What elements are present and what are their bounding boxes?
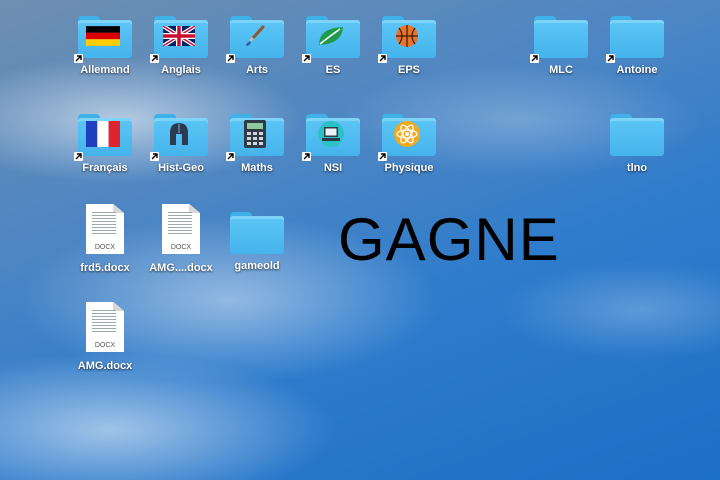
folder-physique[interactable]: Physique [371, 108, 447, 174]
calculator-icon [238, 120, 272, 148]
paintbrush-icon [238, 24, 272, 48]
document-icon: DOCX [86, 302, 124, 352]
alias-arrow-icon [150, 54, 159, 63]
alias-arrow-icon [226, 54, 235, 63]
atom-icon [390, 121, 424, 147]
folder-francais[interactable]: Français [67, 108, 143, 174]
file-label: AMG.docx [77, 360, 133, 372]
file-amg-docx[interactable]: DOCX AMG.docx [67, 300, 143, 372]
folder-label: Arts [245, 64, 268, 76]
folder-label: NSI [323, 162, 343, 174]
folder-label: EPS [397, 64, 420, 76]
alias-arrow-icon [606, 54, 615, 63]
france-flag-icon [86, 121, 120, 147]
folder-gameold[interactable]: gameold [219, 206, 295, 272]
folder-es[interactable]: ES [295, 10, 371, 76]
folder-label: ES [325, 64, 341, 76]
alias-arrow-icon [378, 152, 387, 161]
alias-arrow-icon [302, 152, 311, 161]
file-frd5-docx[interactable]: DOCX frd5.docx [67, 202, 143, 274]
folder-label: Physique [384, 162, 434, 174]
folder-arts[interactable]: Arts [219, 10, 295, 76]
alias-arrow-icon [74, 152, 83, 161]
folder-tlno[interactable]: tlno [599, 108, 675, 174]
alias-arrow-icon [378, 54, 387, 63]
alias-arrow-icon [302, 54, 311, 63]
folder-label: Antoine [616, 64, 658, 76]
folder-antoine[interactable]: Antoine [599, 10, 675, 76]
folder-label: Allemand [80, 64, 130, 76]
computer-icon [314, 121, 348, 147]
gagne-text: GAGNE [338, 206, 560, 273]
desktop: { "desktop": { "folders": { "allemand": … [0, 0, 720, 480]
file-amg-short-docx[interactable]: DOCX AMG....docx [143, 202, 219, 274]
folder-label: Hist-Geo [158, 162, 204, 174]
alias-arrow-icon [530, 54, 539, 63]
germany-flag-icon [86, 24, 120, 48]
folder-label: MLC [549, 64, 573, 76]
document-icon: DOCX [162, 204, 200, 254]
document-icon: DOCX [86, 204, 124, 254]
helmet-icon [162, 122, 196, 146]
folder-label: Anglais [161, 64, 201, 76]
folder-histgeo[interactable]: Hist-Geo [143, 108, 219, 174]
file-label: frd5.docx [80, 262, 130, 274]
file-label: AMG....docx [149, 262, 213, 274]
alias-arrow-icon [150, 152, 159, 161]
alias-arrow-icon [226, 152, 235, 161]
folder-anglais[interactable]: Anglais [143, 10, 219, 76]
folder-label: Maths [241, 162, 273, 174]
leaf-icon [314, 24, 348, 48]
folder-label: Français [82, 162, 128, 174]
folder-allemand[interactable]: Allemand [67, 10, 143, 76]
uk-flag-icon [162, 24, 196, 48]
folder-label: gameold [234, 260, 280, 272]
folder-nsi[interactable]: NSI [295, 108, 371, 174]
basketball-icon [390, 24, 424, 48]
folder-eps[interactable]: EPS [371, 10, 447, 76]
folder-label: tlno [626, 162, 648, 174]
folder-mlc[interactable]: MLC [523, 10, 599, 76]
folder-maths[interactable]: Maths [219, 108, 295, 174]
alias-arrow-icon [74, 54, 83, 63]
